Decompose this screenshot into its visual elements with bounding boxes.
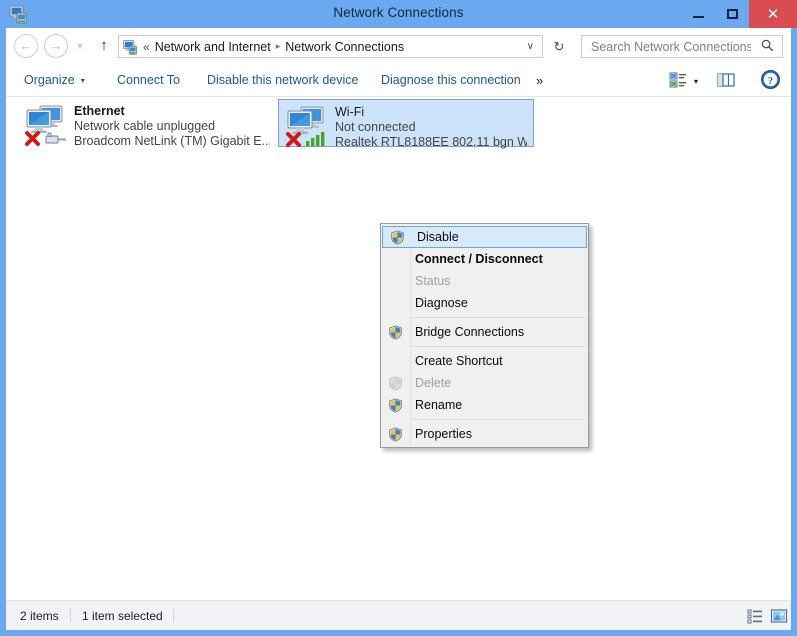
change-view-icon[interactable] [668, 70, 688, 90]
back-arrow-icon: ← [19, 38, 33, 53]
network-connections-icon [8, 4, 28, 24]
menu-item-rename[interactable]: Rename [381, 394, 588, 416]
address-bar[interactable]: « Network and Internet ▸ Network Connect… [118, 35, 543, 58]
ethernet-status: Network cable unplugged [74, 119, 216, 133]
menu-separator [410, 317, 586, 318]
breadcrumb-separator-icon[interactable]: ▸ [276, 41, 281, 52]
cable-unplugged-icon [45, 132, 66, 144]
status-item-count: 2 items [20, 609, 59, 623]
command-bar: Organize ▾ Connect To Disable this netwo… [6, 64, 791, 97]
menu-item-connect-disconnect[interactable]: Connect / Disconnect [381, 248, 588, 270]
navigation-bar: ← → ▼ ↑ « Network and Internet ▸ Network… [6, 28, 791, 64]
network-adapter-icon [22, 103, 70, 147]
toolbar-overflow-button[interactable]: » [536, 64, 543, 96]
uac-shield-icon-disabled [381, 372, 409, 394]
diagnose-connection-button[interactable]: Diagnose this connection [381, 64, 521, 96]
ethernet-name: Ethernet [74, 104, 125, 118]
list-item-wifi[interactable]: Wi-Fi Not connected Realtek RTL8188EE 80… [278, 99, 534, 150]
search-box[interactable] [581, 35, 783, 58]
menu-item-disable[interactable]: Disable [382, 226, 587, 248]
status-divider [173, 608, 174, 623]
wifi-name: Wi-Fi [335, 105, 365, 119]
menu-item-status-label: Status [415, 274, 451, 288]
svg-text:?: ? [768, 75, 774, 87]
menu-item-bridge-connections[interactable]: Bridge Connections [381, 321, 588, 343]
menu-separator [410, 346, 586, 347]
status-bar: 2 items 1 item selected [6, 600, 791, 630]
network-connections-window: Network Connections ✕ ← → ▼ ↑ « Network … [0, 0, 797, 636]
client-area: ← → ▼ ↑ « Network and Internet ▸ Network… [6, 28, 791, 600]
context-menu: Disable Connect / Disconnect Status Diag… [380, 223, 589, 448]
menu-item-no-icon [381, 292, 409, 314]
diagnose-label: Diagnose this connection [381, 73, 521, 87]
search-icon[interactable] [761, 39, 774, 55]
status-selection-count: 1 item selected [82, 609, 163, 623]
view-chevron-down-icon[interactable]: ▾ [694, 77, 698, 86]
uac-shield-icon [381, 423, 409, 445]
menu-item-create-shortcut-label: Create Shortcut [415, 354, 503, 368]
address-dropdown-icon[interactable]: ∨ [527, 41, 534, 52]
menu-item-delete-label: Delete [415, 376, 452, 390]
organize-button[interactable]: Organize ▾ [24, 64, 85, 96]
menu-item-properties[interactable]: Properties [381, 423, 588, 445]
refresh-button[interactable]: ↻ [547, 35, 571, 58]
minimize-button[interactable] [681, 0, 715, 28]
search-input[interactable] [589, 38, 753, 55]
menu-item-status: Status [381, 270, 588, 292]
breadcrumb-network-connections[interactable]: Network Connections [285, 40, 404, 54]
menu-item-rename-label: Rename [415, 398, 463, 412]
connect-to-button[interactable]: Connect To [117, 64, 180, 96]
address-network-icon [122, 39, 138, 55]
menu-item-no-icon [381, 248, 409, 270]
menu-item-no-icon [381, 270, 409, 292]
window-title: Network Connections [333, 5, 464, 20]
recent-locations-button[interactable]: ▼ [74, 41, 86, 51]
forward-arrow-icon: → [49, 38, 63, 53]
forward-button[interactable]: → [44, 34, 68, 58]
breadcrumb-overflow[interactable]: « [143, 40, 150, 54]
title-bar: Network Connections ✕ [0, 0, 797, 28]
list-item-ethernet[interactable]: Ethernet Network cable unplugged Broadco… [18, 99, 276, 149]
maximize-icon [726, 9, 738, 19]
details-view-icon[interactable] [746, 607, 764, 625]
menu-item-connect-disconnect-label: Connect / Disconnect [415, 252, 543, 266]
help-icon[interactable]: ? [760, 69, 781, 90]
wireless-signal-icon [306, 132, 325, 146]
preview-pane-icon[interactable] [716, 70, 736, 90]
uac-shield-icon [381, 394, 409, 416]
up-button[interactable]: ↑ [94, 35, 114, 57]
disable-device-label: Disable this network device [207, 73, 359, 87]
connections-list: Ethernet Network cable unplugged Broadco… [6, 97, 791, 600]
ethernet-device: Broadcom NetLink (TM) Gigabit E... [74, 134, 270, 148]
disable-network-device-button[interactable]: Disable this network device [207, 64, 358, 96]
organize-label: Organize [24, 73, 75, 87]
menu-item-properties-label: Properties [415, 427, 472, 441]
ethernet-text-block: Ethernet Network cable unplugged Broadco… [74, 103, 270, 149]
close-icon: ✕ [766, 5, 780, 23]
menu-item-bridge-connections-label: Bridge Connections [415, 325, 525, 339]
menu-item-disable-label: Disable [417, 230, 459, 244]
wifi-text-block: Wi-Fi Not connected Realtek RTL8188EE 80… [335, 104, 527, 150]
close-button[interactable]: ✕ [749, 0, 797, 28]
menu-separator [410, 419, 586, 420]
back-button[interactable]: ← [14, 34, 38, 58]
connect-to-label: Connect To [117, 73, 181, 87]
status-divider [70, 608, 71, 623]
menu-item-diagnose-label: Diagnose [415, 296, 468, 310]
menu-item-delete: Delete [381, 372, 588, 394]
minimize-icon [692, 16, 704, 18]
uac-shield-icon [381, 321, 409, 343]
menu-item-diagnose[interactable]: Diagnose [381, 292, 588, 314]
large-icons-view-icon[interactable] [770, 607, 788, 625]
wifi-status: Not connected [335, 120, 416, 134]
uac-shield-icon [383, 226, 411, 248]
chevron-down-icon: ▾ [80, 75, 85, 85]
maximize-button[interactable] [715, 0, 749, 28]
network-adapter-icon [283, 104, 331, 148]
wifi-device: Realtek RTL8188EE 802.11 bgn Wi... [335, 135, 527, 149]
menu-item-no-icon [381, 350, 409, 372]
breadcrumb-network-and-internet[interactable]: Network and Internet [155, 40, 271, 54]
menu-item-create-shortcut[interactable]: Create Shortcut [381, 350, 588, 372]
